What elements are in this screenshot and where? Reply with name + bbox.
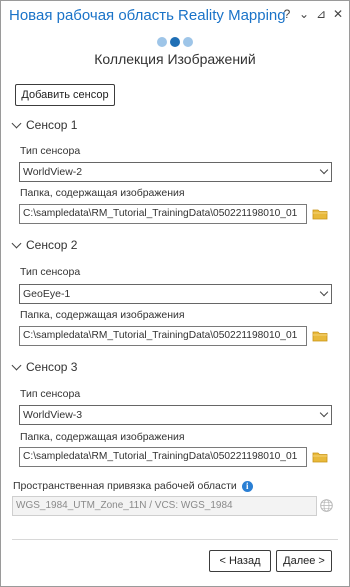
folder-browse-icon[interactable]: [312, 208, 328, 220]
sensor-3-header[interactable]: Сенсор 3: [11, 360, 78, 374]
sensor-2-type-value: GeoEye-1: [23, 288, 71, 300]
sensor-1-type-label: Тип сенсора: [20, 145, 81, 157]
chevron-down-icon: [11, 238, 22, 249]
sensor-2-type-select[interactable]: GeoEye-1: [19, 284, 332, 304]
spatial-reference-field: WGS_1984_UTM_Zone_11N / VCS: WGS_1984: [12, 496, 317, 516]
folder-browse-icon[interactable]: [312, 330, 328, 342]
step-dot-2-active: [170, 37, 180, 47]
sensor-3-folder-input[interactable]: C:\sampledata\RM_Tutorial_TrainingData\0…: [19, 447, 307, 467]
sensor-2-title: Сенсор 2: [26, 238, 78, 252]
chevron-down-icon: [11, 360, 22, 371]
dropdown-caret-icon: [319, 287, 329, 297]
chevron-down-icon: [11, 118, 22, 129]
sensor-3-type-value: WorldView-3: [23, 409, 83, 421]
step-dot-1: [157, 37, 167, 47]
globe-icon: [320, 499, 333, 512]
footer-divider: [12, 539, 338, 540]
step-dot-3: [183, 37, 193, 47]
sensor-1-type-select[interactable]: WorldView-2: [19, 162, 332, 182]
dropdown-caret-icon: [319, 408, 329, 418]
sensor-3-title: Сенсор 3: [26, 360, 78, 374]
page-subtitle: Коллекция Изображений: [94, 51, 256, 67]
sensor-1-folder-label: Папка, содержащая изображения: [20, 187, 185, 199]
folder-browse-icon[interactable]: [312, 451, 328, 463]
sensor-2-folder-input[interactable]: C:\sampledata\RM_Tutorial_TrainingData\0…: [19, 326, 307, 346]
spatial-reference-label: Пространственная привязка рабочей област…: [13, 480, 237, 492]
next-button[interactable]: Далее >: [276, 550, 332, 572]
add-sensor-button[interactable]: Добавить сенсор: [15, 84, 115, 106]
pin-icon[interactable]: ⊿: [316, 7, 326, 21]
close-icon[interactable]: ✕: [333, 7, 343, 21]
sensor-3-type-label: Тип сенсора: [20, 388, 81, 400]
sensor-3-folder-label: Папка, содержащая изображения: [20, 431, 185, 443]
title-bar: Новая рабочая область Reality Mapping ? …: [1, 1, 349, 31]
dropdown-caret-icon: [319, 165, 329, 175]
sensor-2-type-label: Тип сенсора: [20, 266, 81, 278]
wizard-window: Новая рабочая область Reality Mapping ? …: [0, 0, 350, 587]
sensor-1-header[interactable]: Сенсор 1: [11, 118, 78, 132]
sensor-1-title: Сенсор 1: [26, 118, 78, 132]
title-controls: ? ⌄ ⊿ ✕: [282, 7, 343, 21]
window-title: Новая рабочая область Reality Mapping: [9, 7, 286, 24]
sensor-1-folder-input[interactable]: C:\sampledata\RM_Tutorial_TrainingData\0…: [19, 204, 307, 224]
help-icon[interactable]: ?: [282, 7, 292, 21]
spatial-reference-label-row: Пространственная привязка рабочей област…: [13, 480, 253, 492]
back-button[interactable]: < Назад: [209, 550, 271, 572]
sensor-2-folder-label: Папка, содержащая изображения: [20, 309, 185, 321]
sensor-2-header[interactable]: Сенсор 2: [11, 238, 78, 252]
sensor-1-type-value: WorldView-2: [23, 166, 83, 178]
info-icon[interactable]: i: [241, 480, 253, 492]
menu-chevron-icon[interactable]: ⌄: [299, 7, 309, 21]
sensor-3-type-select[interactable]: WorldView-3: [19, 405, 332, 425]
step-indicator: [157, 37, 193, 47]
